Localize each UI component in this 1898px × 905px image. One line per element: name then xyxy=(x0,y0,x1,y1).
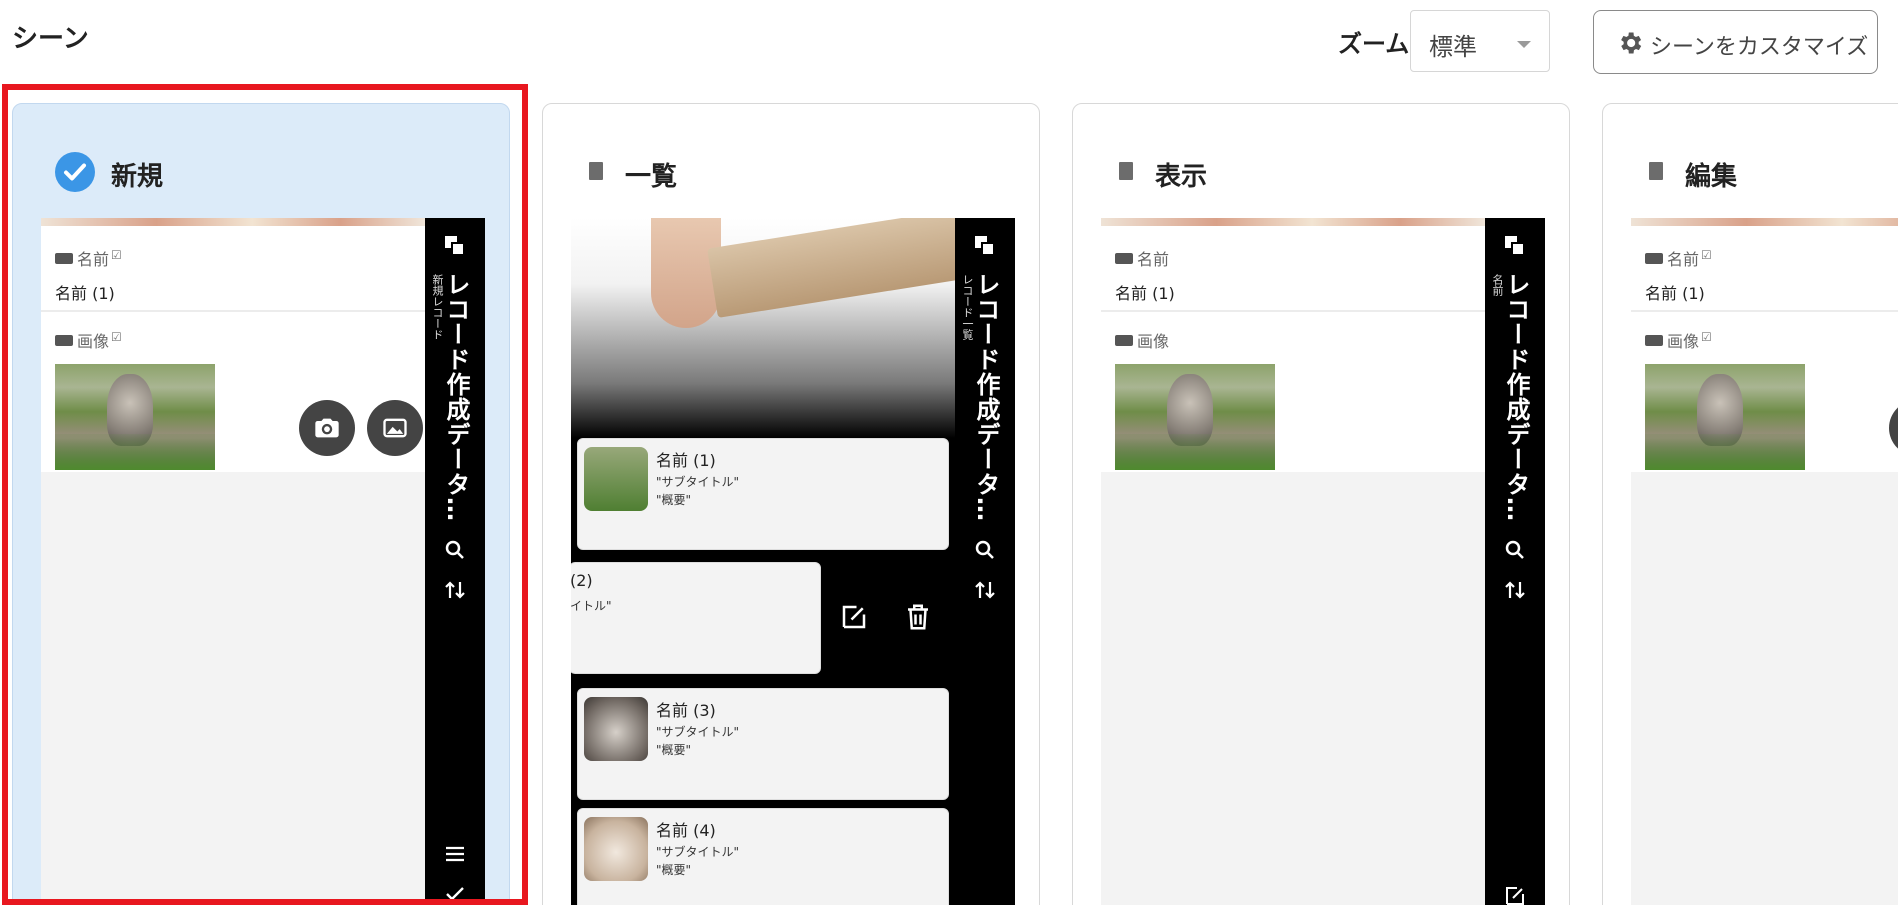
page-title: シーン xyxy=(12,24,89,54)
sort-icon[interactable] xyxy=(973,578,997,602)
row-thumbnail xyxy=(584,697,648,761)
row-subtitle: "サブタイトル" xyxy=(656,845,740,859)
row-subtitle: "サブタイトル" xyxy=(656,475,740,489)
image-field-icon xyxy=(1645,335,1663,346)
phone-preview: 名前 名前 (1) 画像 名前 レコード作成データ… xyxy=(1101,218,1545,905)
row-subtitle: イトル" xyxy=(571,599,612,613)
image-field-label: 画像 xyxy=(1115,328,1169,352)
scene-name: 編集 xyxy=(1685,162,1738,192)
row-title: (2) xyxy=(571,571,593,590)
list-item[interactable]: 名前 (1) "サブタイトル" "概要" xyxy=(577,438,949,550)
text-field-icon xyxy=(1645,253,1663,264)
header-photo xyxy=(571,218,975,438)
cat-image xyxy=(1115,364,1275,470)
phone-preview: 名前 ☑ 名前 (1) 画像 ☑ xyxy=(1631,218,1898,905)
camera-button[interactable] xyxy=(1889,400,1898,456)
selected-scene-highlight xyxy=(2,84,528,905)
row-thumbnail xyxy=(584,447,648,511)
name-field-label: 名前 xyxy=(1115,246,1175,270)
app-sidebar: レコード一覧 レコード作成データ… xyxy=(955,218,1015,905)
scene-name: 一覧 xyxy=(625,162,678,192)
row-summary: "概要" xyxy=(656,493,692,507)
row-title: 名前 (1) xyxy=(656,451,716,470)
app-title: レコード作成データ… xyxy=(1502,272,1530,522)
search-icon[interactable] xyxy=(973,538,997,562)
copy-icon[interactable] xyxy=(973,234,997,258)
name-field: 名前 名前 (1) xyxy=(1115,246,1175,304)
view-document-icon xyxy=(1119,162,1133,180)
row-summary: "概要" xyxy=(656,743,692,757)
form-card: 名前 ☑ 名前 (1) 画像 ☑ xyxy=(1631,226,1898,472)
list-item[interactable]: 名前 (3) "サブタイトル" "概要" xyxy=(577,688,949,800)
customize-scenes-button[interactable]: シーンをカスタマイズ xyxy=(1593,10,1878,74)
edit-document-icon xyxy=(1649,162,1663,180)
phone-preview: 名前 (1) "サブタイトル" "概要" (2) イトル" 名前 (3) "サブ… xyxy=(571,218,1015,905)
copy-icon[interactable] xyxy=(1503,234,1527,258)
row-thumbnail xyxy=(584,817,648,881)
cat-image xyxy=(1645,364,1805,470)
zoom-select-value: 標準 xyxy=(1429,33,1477,61)
name-field-value: 名前 (1) xyxy=(1645,284,1705,303)
zoom-label: ズーム xyxy=(1338,30,1410,58)
image-field-label: 画像 ☑ xyxy=(1645,328,1712,352)
scene-name: 表示 xyxy=(1155,162,1208,192)
divider xyxy=(1101,310,1485,312)
scene-card-list[interactable]: 一覧 名前 (1) "サブタイトル" "概要" (2) イトル" 名前 (3) … xyxy=(542,103,1040,905)
image-field: 画像 xyxy=(1115,328,1169,352)
list-item[interactable]: 名前 (4) "サブタイトル" "概要" xyxy=(577,808,949,905)
row-subtitle: "サブタイトル" xyxy=(656,725,740,739)
scene-card-edit[interactable]: 編集 名前 ☑ 名前 (1) 画像 ☑ xyxy=(1602,103,1898,905)
chevron-down-icon xyxy=(1517,41,1531,48)
image-field-icon xyxy=(1115,335,1133,346)
customize-scenes-label: シーンをカスタマイズ xyxy=(1650,35,1869,60)
divider xyxy=(1631,310,1898,312)
scene-card-view[interactable]: 表示 名前 名前 (1) 画像 名前 レコード作成データ… xyxy=(1072,103,1570,905)
image-field: 画像 ☑ xyxy=(1645,328,1712,352)
text-field-icon xyxy=(1115,253,1133,264)
swipe-actions xyxy=(821,562,955,674)
scene-picker: シーン ズーム 標準 シーンをカスタマイズ 新規 名前 ☑ 名前 (1) 画像 … xyxy=(0,0,1898,905)
form-card: 名前 名前 (1) 画像 xyxy=(1101,226,1485,472)
edit-icon[interactable] xyxy=(1503,884,1527,905)
app-sidebar: 名前 レコード作成データ… xyxy=(1485,218,1545,905)
name-field: 名前 ☑ 名前 (1) xyxy=(1645,246,1712,304)
gear-icon xyxy=(1621,32,1642,54)
document-icon xyxy=(589,162,603,180)
list-item-swiped[interactable]: (2) イトル" xyxy=(571,562,821,674)
name-field-label: 名前 ☑ xyxy=(1645,246,1712,270)
edit-icon[interactable] xyxy=(839,602,869,632)
row-title: 名前 (3) xyxy=(656,701,716,720)
search-icon[interactable] xyxy=(1503,538,1527,562)
row-summary: "概要" xyxy=(656,863,692,877)
sort-icon[interactable] xyxy=(1503,578,1527,602)
row-title: 名前 (4) xyxy=(656,821,716,840)
app-title: レコード作成データ… xyxy=(972,272,1000,522)
name-field-value: 名前 (1) xyxy=(1115,284,1175,303)
trash-icon[interactable] xyxy=(903,602,933,632)
zoom-select[interactable]: 標準 xyxy=(1410,10,1550,72)
